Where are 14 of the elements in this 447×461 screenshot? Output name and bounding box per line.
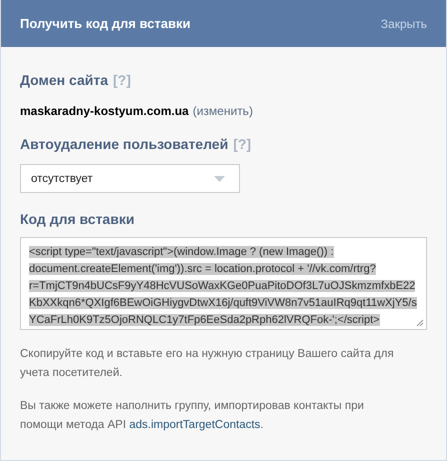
api-method-link[interactable]: ads.importTargetContacts	[129, 419, 260, 431]
import-note-text: Вы также можете наполнить группу, импортировав контакты при помощи метода API ads.importTargetContacts.	[20, 399, 365, 433]
autodelete-dropdown[interactable]: отсутствует	[20, 164, 240, 193]
caret-icon	[214, 176, 225, 182]
section-heading: Автоудаление пользователей	[20, 136, 228, 152]
code-textarea[interactable]: <script type="text/javascript">(window.Image ? (new Image()) : document.createElement('img')).src = location.protocol + '//vk.com/rtrg?r=TmjCT9n4bUCsF9yY48HcVUSoWaxKGe0PuaPitoDOf3L7uOJSkmzmfxbE22KbXXkqn6*QXIgf6BEwOiGHiygvDtwX16j/quft9ViVW8n7v51auIRq9qt11wXjY5/sYCaFrLh0K9Tz5OjoRNQLC1y7tFp6EeSda2pRph62lVRQFok-';</script>	[20, 237, 427, 330]
resize-handle-icon[interactable]	[416, 319, 424, 327]
section-heading: Код для вставки	[20, 211, 134, 227]
close-link[interactable]: Закрыть	[380, 16, 427, 30]
change-link[interactable]: (изменить)	[192, 104, 253, 118]
domain-name: maskaradny-kostyum.com.ua	[20, 104, 189, 118]
section-heading: Домен сайта	[20, 72, 108, 88]
dialog-title: Получить код для вставки	[20, 16, 190, 31]
instructions-text: Скопируйте код и вставьте его на нужную страницу Вашего сайта для учета посетителей.	[20, 347, 395, 381]
